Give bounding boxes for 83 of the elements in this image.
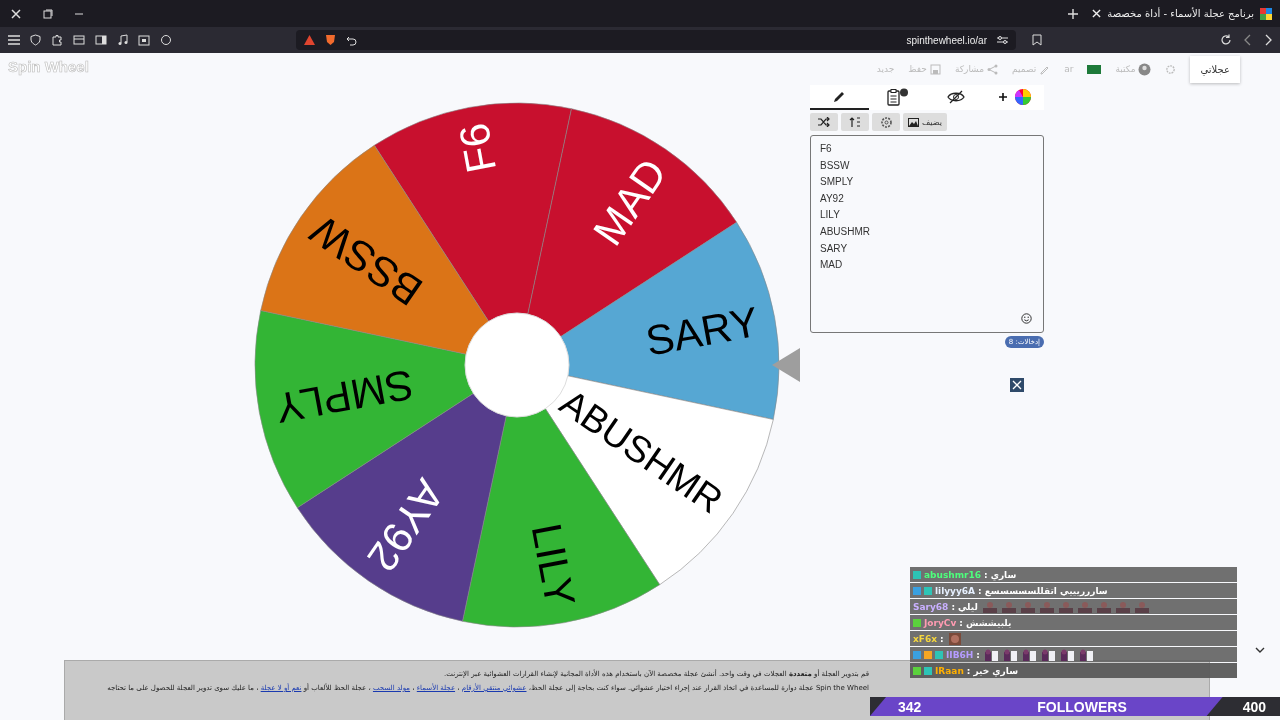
chat-username: IIB6H [946, 649, 974, 660]
chat-username: JoryCv [924, 617, 957, 628]
chat-text: ساررريييي اتقللسسسسسع [984, 585, 1108, 596]
puzzle-icon[interactable] [51, 34, 63, 46]
emote-icon [1058, 600, 1073, 613]
share-icon [987, 63, 998, 75]
followers-goal: 400 [1242, 698, 1266, 715]
flag-icon[interactable] [1087, 64, 1102, 74]
chat-text: يلبيششش [965, 617, 1012, 628]
emote-icon [1001, 600, 1016, 613]
new-tab-icon[interactable] [1068, 8, 1079, 19]
reload-icon[interactable] [1220, 34, 1232, 46]
shuffle-icon [818, 117, 830, 127]
chat-username: xF6x [913, 633, 938, 644]
gear-icon [879, 115, 893, 129]
menu-icon[interactable] [8, 35, 20, 45]
add-image-button[interactable]: يضيف [903, 113, 947, 131]
segment-label: SMPLY [271, 360, 418, 433]
restore-icon[interactable] [43, 8, 53, 19]
chat-username: IRaan [935, 665, 964, 676]
favicon-icon [1260, 7, 1272, 20]
close-icon[interactable] [1092, 9, 1102, 18]
my-wheels-button[interactable]: عجلاتي [1190, 55, 1240, 83]
emote-icon [982, 600, 997, 613]
sort-button[interactable] [841, 113, 869, 131]
chat-separator: : [984, 569, 988, 580]
chat-text: ساري [990, 569, 1017, 580]
chat-username: lilyyy6A [935, 585, 976, 596]
eye-slash-icon [947, 89, 966, 104]
chat-separator: : [966, 665, 971, 676]
close-button[interactable] [1010, 378, 1024, 392]
emote-icon [984, 648, 999, 661]
emote-icon [1020, 600, 1035, 613]
browser-tab[interactable]: برنامج عجلة الأسماء - أداة مخصصة [1092, 7, 1272, 20]
chat-text: ساري خير [973, 665, 1018, 676]
emote-icon [1077, 600, 1092, 613]
emote-icon [1060, 648, 1075, 661]
emote-icon [1022, 648, 1037, 661]
triangle-icon[interactable] [304, 35, 315, 45]
image-icon [908, 117, 919, 127]
shield-icon[interactable] [30, 34, 41, 46]
forward-icon[interactable] [1264, 34, 1272, 46]
emote-icon [1134, 600, 1149, 613]
chat-separator: : [940, 633, 944, 644]
avatar-icon [1138, 62, 1152, 76]
save-icon [929, 63, 941, 75]
segment-label: LILY [522, 519, 585, 611]
address-bar[interactable]: spinthewheel.io/ar [296, 30, 1016, 50]
emote-icon [948, 632, 961, 645]
entries-field[interactable]: F6 BSSW SMPLY AY92 LILY ABUSHMR SARY MAD [810, 135, 1044, 333]
segment-label: F6 [449, 119, 505, 177]
gear-button[interactable] [872, 113, 900, 131]
chat-username: abushmr16 [924, 569, 982, 580]
emote-icon [1003, 648, 1018, 661]
chat-separator: : [951, 601, 955, 612]
followers-count: 342 [898, 698, 922, 715]
undo-icon[interactable] [346, 34, 357, 46]
emote-icon [1115, 600, 1130, 613]
chat-separator: : [978, 585, 982, 596]
close-icon[interactable] [10, 7, 22, 20]
sidebar-icon[interactable] [95, 35, 107, 45]
music-icon[interactable] [117, 34, 128, 46]
pencil-icon [832, 89, 847, 104]
segment-label: SARY [642, 297, 763, 365]
emote-icon [1041, 648, 1056, 661]
smiley-icon[interactable] [1021, 313, 1032, 324]
emote-icon [1096, 600, 1111, 613]
chat-username: Sary68 [913, 601, 949, 612]
add-color-wheel-icon [997, 87, 1032, 106]
emote-icon [1039, 600, 1054, 613]
bookmark-icon[interactable] [1032, 34, 1042, 46]
back-icon[interactable] [1244, 34, 1252, 46]
chat-separator: : [959, 617, 963, 628]
pointer-icon [772, 348, 800, 382]
sort-icon [849, 116, 861, 128]
shuffle-button[interactable] [810, 113, 838, 131]
followers-label: FOLLOWERS [1037, 698, 1127, 715]
chat-text: ليلي [958, 601, 978, 612]
chat-separator: : [976, 649, 980, 660]
chevron-down-icon[interactable] [1255, 647, 1265, 654]
emote-icon [1079, 648, 1094, 661]
window-icon[interactable] [73, 35, 85, 45]
tune-icon[interactable] [997, 35, 1008, 45]
